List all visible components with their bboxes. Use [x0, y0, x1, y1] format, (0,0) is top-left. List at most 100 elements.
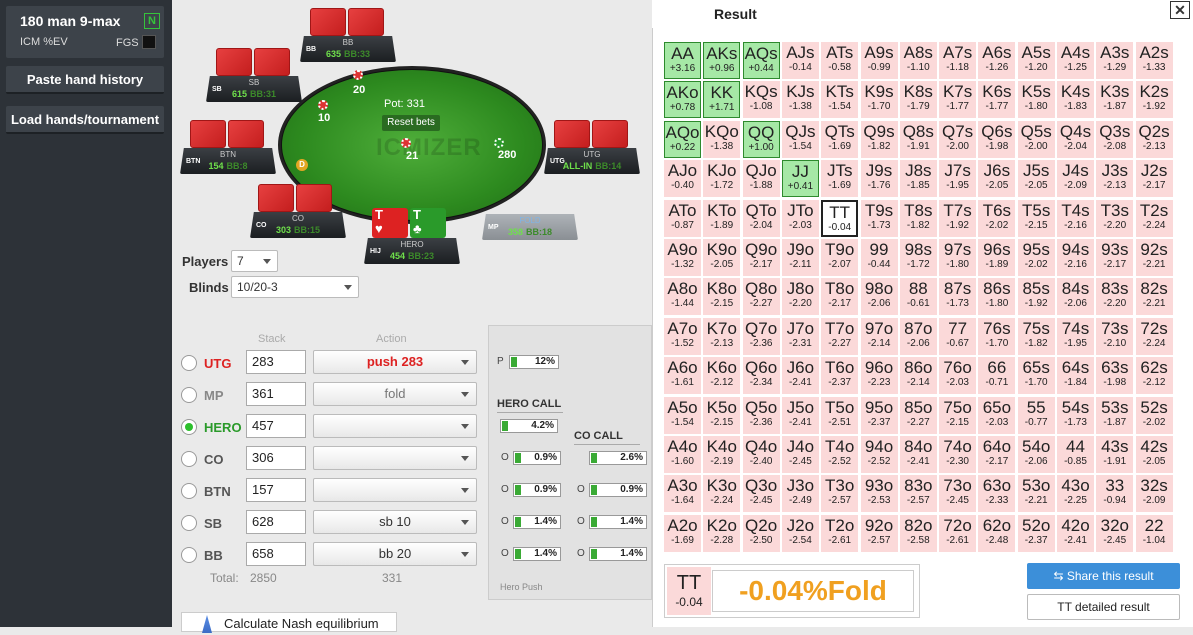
player-radio[interactable]	[181, 419, 197, 435]
hand-cell-82o[interactable]: 82o -2.58	[899, 514, 937, 552]
hand-cell-85s[interactable]: 85s -1.92	[1017, 278, 1055, 316]
player-stack-input[interactable]: 457	[246, 414, 306, 438]
hand-cell-96o[interactable]: 96o -2.23	[860, 357, 898, 395]
co-sub-bar[interactable]: 1.4%	[589, 547, 647, 561]
hand-cell-kqo[interactable]: KQo -1.38	[703, 120, 741, 158]
calculate-nash-button[interactable]: Calculate Nash equilibrium	[181, 612, 397, 633]
hand-cell-kts[interactable]: KTs -1.54	[821, 81, 859, 119]
hand-cell-qts[interactable]: QTs -1.69	[821, 120, 859, 158]
hand-cell-j6s[interactable]: J6s -2.05	[978, 160, 1016, 198]
hand-cell-53s[interactable]: 53s -1.87	[1096, 396, 1134, 434]
hand-cell-qq[interactable]: QQ +1.00	[742, 120, 780, 158]
hand-cell-82s[interactable]: 82s -2.21	[1135, 278, 1173, 316]
hand-cell-75o[interactable]: 75o -2.15	[939, 396, 977, 434]
hand-cell-q3o[interactable]: Q3o -2.45	[742, 475, 780, 513]
hand-cell-95o[interactable]: 95o -2.37	[860, 396, 898, 434]
hand-cell-93s[interactable]: 93s -2.17	[1096, 239, 1134, 276]
paste-hand-history-button[interactable]: Paste hand history	[6, 66, 164, 94]
hand-cell-75s[interactable]: 75s -1.82	[1017, 317, 1055, 355]
hand-cell-q4o[interactable]: Q4o -2.40	[742, 436, 780, 473]
hand-cell-a3s[interactable]: A3s -1.29	[1096, 42, 1134, 79]
hand-cell-a6s[interactable]: A6s -1.26	[978, 42, 1016, 79]
hand-cell-a7s[interactable]: A7s -1.18	[939, 42, 977, 79]
hand-cell-k7s[interactable]: K7s -1.77	[939, 81, 977, 119]
player-action-select[interactable]: sb 10	[313, 510, 477, 534]
hand-cell-jto[interactable]: JTo -2.03	[781, 199, 819, 237]
hand-cell-t2o[interactable]: T2o -2.61	[821, 514, 859, 552]
player-radio[interactable]	[181, 515, 197, 531]
hand-cell-ako[interactable]: AKo +0.78	[664, 81, 701, 119]
hand-cell-66[interactable]: 66 -0.71	[978, 357, 1016, 395]
hand-cell-a4o[interactable]: A4o -1.60	[664, 436, 701, 473]
hand-cell-kjs[interactable]: KJs -1.38	[781, 81, 819, 119]
player-action-select[interactable]: push 283	[313, 350, 477, 374]
hand-cell-k8o[interactable]: K8o -2.15	[703, 278, 741, 316]
co-sub-bar[interactable]: 0.9%	[589, 483, 647, 497]
player-stack-input[interactable]: 283	[246, 350, 306, 374]
player-radio[interactable]	[181, 547, 197, 563]
hand-cell-a2o[interactable]: A2o -1.69	[664, 514, 701, 552]
hand-cell-22[interactable]: 22 -1.04	[1135, 514, 1173, 552]
hand-cell-t4s[interactable]: T4s -2.16	[1057, 199, 1094, 237]
hand-cell-85o[interactable]: 85o -2.27	[899, 396, 937, 434]
hand-cell-q4s[interactable]: Q4s -2.04	[1057, 120, 1094, 158]
hand-cell-a8s[interactable]: A8s -1.10	[899, 42, 937, 79]
hand-cell-k9s[interactable]: K9s -1.70	[860, 81, 898, 119]
hand-cell-76s[interactable]: 76s -1.70	[978, 317, 1016, 355]
hand-cell-ajs[interactable]: AJs -0.14	[781, 42, 819, 79]
hand-cell-88[interactable]: 88 -0.61	[899, 278, 937, 316]
hand-cell-qjs[interactable]: QJs -1.54	[781, 120, 819, 158]
hero-sub-bar[interactable]: 1.4%	[513, 515, 561, 529]
hand-cell-j8o[interactable]: J8o -2.20	[781, 278, 819, 316]
player-stack-input[interactable]: 628	[246, 510, 306, 534]
hand-cell-k8s[interactable]: K8s -1.79	[899, 81, 937, 119]
close-icon[interactable]: ✕	[1170, 1, 1190, 19]
player-action-select[interactable]	[313, 414, 477, 438]
hand-cell-k6o[interactable]: K6o -2.12	[703, 357, 741, 395]
hand-cell-64s[interactable]: 64s -1.84	[1057, 357, 1094, 395]
hand-cell-86s[interactable]: 86s -1.80	[978, 278, 1016, 316]
hand-cell-k3s[interactable]: K3s -1.87	[1096, 81, 1134, 119]
hand-cell-62o[interactable]: 62o -2.48	[978, 514, 1016, 552]
hand-cell-96s[interactable]: 96s -1.89	[978, 239, 1016, 276]
hand-cell-42s[interactable]: 42s -2.05	[1135, 436, 1173, 473]
hand-cell-jj[interactable]: JJ +0.41	[781, 160, 819, 198]
hand-cell-ats[interactable]: ATs -0.58	[821, 42, 859, 79]
hand-cell-k5s[interactable]: K5s -1.80	[1017, 81, 1055, 119]
hand-cell-72s[interactable]: 72s -2.24	[1135, 317, 1173, 355]
hand-cell-97o[interactable]: 97o -2.14	[860, 317, 898, 355]
hand-cell-43o[interactable]: 43o -2.25	[1057, 475, 1094, 513]
hand-cell-32o[interactable]: 32o -2.45	[1096, 514, 1134, 552]
hand-cell-t2s[interactable]: T2s -2.24	[1135, 199, 1173, 237]
hand-cell-83s[interactable]: 83s -2.20	[1096, 278, 1134, 316]
players-select[interactable]: 7	[231, 250, 278, 272]
hand-cell-t3s[interactable]: T3s -2.20	[1096, 199, 1134, 237]
hand-cell-q5o[interactable]: Q5o -2.36	[742, 396, 780, 434]
seat-bb[interactable]: BB BB 635 BB:33	[300, 36, 396, 62]
hand-cell-q8o[interactable]: Q8o -2.27	[742, 278, 780, 316]
hand-cell-87o[interactable]: 87o -2.06	[899, 317, 937, 355]
hand-cell-73s[interactable]: 73s -2.10	[1096, 317, 1134, 355]
hand-cell-95s[interactable]: 95s -2.02	[1017, 239, 1055, 276]
load-hands-button[interactable]: Load hands/tournament	[6, 106, 164, 134]
hand-cell-kjo[interactable]: KJo -1.72	[703, 160, 741, 198]
hand-cell-k2o[interactable]: K2o -2.28	[703, 514, 741, 552]
hand-cell-qjo[interactable]: QJo -1.88	[742, 160, 780, 198]
hand-cell-a5s[interactable]: A5s -1.20	[1017, 42, 1055, 79]
hand-cell-q6s[interactable]: Q6s -1.98	[978, 120, 1016, 158]
hand-cell-97s[interactable]: 97s -1.80	[939, 239, 977, 276]
hand-cell-98s[interactable]: 98s -1.72	[899, 239, 937, 276]
hand-cell-a9o[interactable]: A9o -1.32	[664, 239, 701, 276]
hand-cell-86o[interactable]: 86o -2.14	[899, 357, 937, 395]
hand-cell-aks[interactable]: AKs +0.96	[703, 42, 741, 79]
hand-cell-t8o[interactable]: T8o -2.17	[821, 278, 859, 316]
hand-cell-j6o[interactable]: J6o -2.41	[781, 357, 819, 395]
hand-cell-98o[interactable]: 98o -2.06	[860, 278, 898, 316]
hand-cell-84s[interactable]: 84s -2.06	[1057, 278, 1094, 316]
hand-cell-65o[interactable]: 65o -2.03	[978, 396, 1016, 434]
hand-cell-kk[interactable]: KK +1.71	[703, 81, 741, 119]
player-stack-input[interactable]: 157	[246, 478, 306, 502]
hand-cell-q7s[interactable]: Q7s -2.00	[939, 120, 977, 158]
hand-cell-t7s[interactable]: T7s -1.92	[939, 199, 977, 237]
hand-cell-ato[interactable]: ATo -0.87	[664, 199, 701, 237]
